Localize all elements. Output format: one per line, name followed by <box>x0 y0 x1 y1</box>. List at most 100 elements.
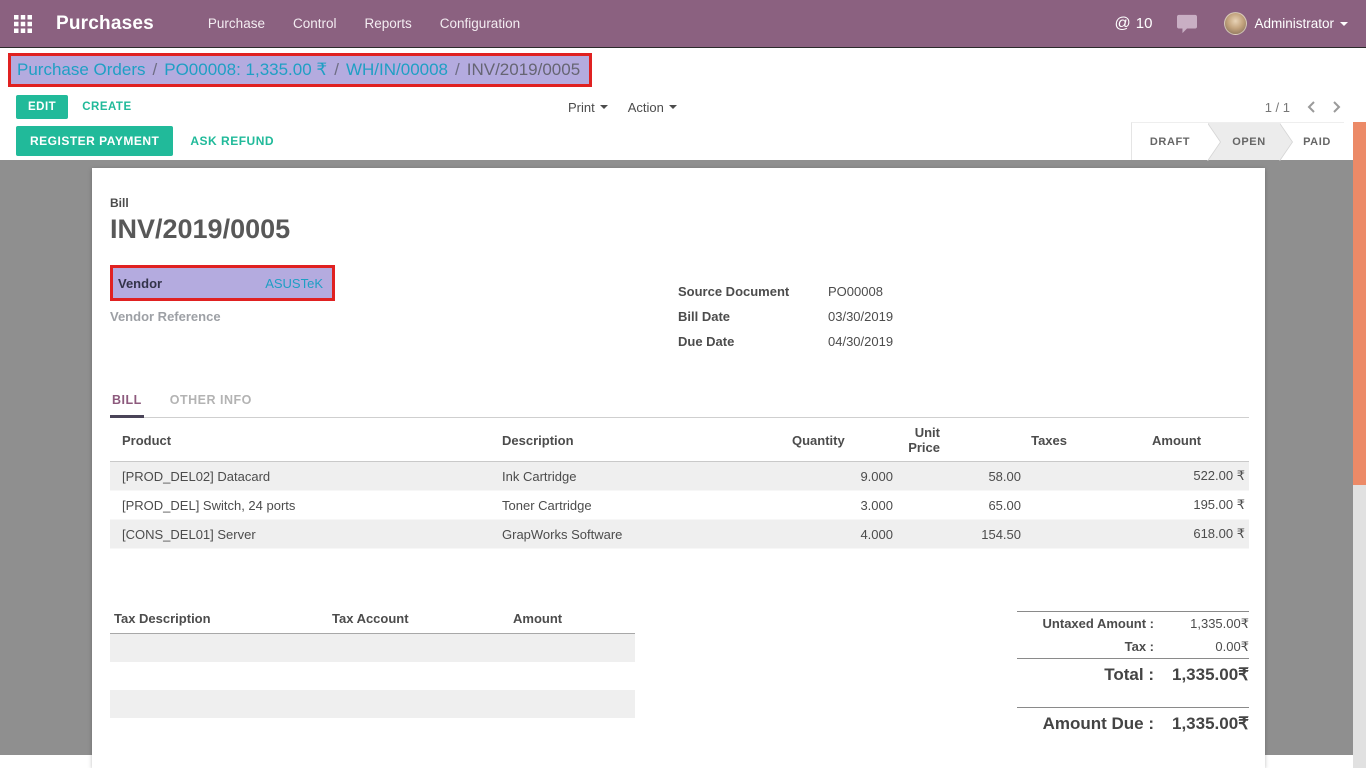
chevron-down-icon <box>1340 22 1348 26</box>
info-row-due-date: Due Date 04/30/2019 <box>678 334 893 349</box>
user-avatar <box>1224 12 1247 35</box>
info-row-bill-date: Bill Date 03/30/2019 <box>678 309 893 324</box>
cell-unit-price: 65.00 <box>897 491 1025 520</box>
vendor-field[interactable]: Vendor ASUSTeK <box>110 265 335 301</box>
tab-bill[interactable]: BILL <box>110 385 144 418</box>
tax-empty-row <box>110 690 635 718</box>
untaxed-amount-row: Untaxed Amount : 1,335.00₹ <box>1017 612 1249 635</box>
status-draft[interactable]: DRAFT <box>1132 123 1208 160</box>
info-row-source-document: Source Document PO00008 <box>678 284 893 299</box>
scrollbar-thumb[interactable] <box>1353 122 1366 485</box>
ask-refund-button[interactable]: ASK REFUND <box>190 134 274 148</box>
pager-next-icon[interactable] <box>1332 100 1342 114</box>
invoice-sheet: Bill INV/2019/0005 Vendor ASUSTeK Vendor… <box>92 168 1265 768</box>
mention-count: 10 <box>1136 15 1153 32</box>
register-payment-button[interactable]: REGISTER PAYMENT <box>16 126 173 156</box>
invoice-lines-table: Product Description Quantity Unit Price … <box>110 418 1249 549</box>
breadcrumb-po00008[interactable]: PO00008: 1,335.00 ₹ <box>164 60 327 80</box>
cell-amount: 618.00 ₹ <box>1152 520 1249 549</box>
untaxed-amount-label: Untaxed Amount : <box>1017 616 1154 631</box>
apps-grid-icon[interactable] <box>13 13 35 35</box>
cell-quantity: 4.000 <box>792 520 897 549</box>
due-date-label: Due Date <box>678 334 828 349</box>
cell-quantity: 3.000 <box>792 491 897 520</box>
total-row: Total : 1,335.00₹ <box>1017 659 1249 690</box>
source-document-value: PO00008 <box>828 284 883 299</box>
user-name: Administrator <box>1254 16 1334 31</box>
table-row[interactable]: [PROD_DEL] Switch, 24 ports Toner Cartri… <box>110 491 1249 520</box>
col-tax-description: Tax Description <box>110 611 332 626</box>
cell-product: [PROD_DEL] Switch, 24 ports <box>110 491 502 520</box>
tab-other-info[interactable]: OTHER INFO <box>168 385 254 418</box>
document-type-label: Bill <box>110 196 1249 210</box>
edit-button[interactable]: EDIT <box>16 95 68 119</box>
print-label: Print <box>568 100 595 115</box>
total-label: Total : <box>1017 665 1154 685</box>
menu-control[interactable]: Control <box>279 0 351 48</box>
scrollbar-track[interactable] <box>1353 122 1366 768</box>
chevron-down-icon <box>600 105 608 109</box>
status-paid-label: PAID <box>1303 136 1331 148</box>
amount-due-value: 1,335.00₹ <box>1154 714 1249 734</box>
chat-bubble-icon[interactable] <box>1176 14 1198 34</box>
cell-unit-price: 58.00 <box>897 462 1025 491</box>
menu-purchase[interactable]: Purchase <box>194 0 279 48</box>
cell-description: Toner Cartridge <box>502 491 792 520</box>
tax-value: 0.00₹ <box>1154 639 1249 655</box>
breadcrumb: Purchase Orders / PO00008: 1,335.00 ₹ / … <box>8 53 592 87</box>
cell-taxes <box>1025 491 1152 520</box>
col-tax-account: Tax Account <box>332 611 513 626</box>
print-dropdown[interactable]: Print <box>568 100 608 115</box>
cell-description: Ink Cartridge <box>502 462 792 491</box>
col-amount: Amount <box>1152 418 1249 462</box>
breadcrumb-separator: / <box>146 60 165 80</box>
col-taxes: Taxes <box>1025 418 1152 462</box>
source-document-label: Source Document <box>678 284 828 299</box>
table-row[interactable]: [PROD_DEL02] Datacard Ink Cartridge 9.00… <box>110 462 1249 491</box>
breadcrumb-separator: / <box>327 60 346 80</box>
status-pipeline: DRAFT OPEN PAID <box>1131 122 1344 160</box>
create-button[interactable]: CREATE <box>82 101 131 113</box>
total-value: 1,335.00₹ <box>1154 665 1249 685</box>
menu-configuration[interactable]: Configuration <box>426 0 534 48</box>
table-row[interactable]: [CONS_DEL01] Server GrapWorks Software 4… <box>110 520 1249 549</box>
document-number: INV/2019/0005 <box>110 214 1249 245</box>
pager-previous-icon[interactable] <box>1306 100 1316 114</box>
chevron-down-icon <box>669 105 677 109</box>
tax-empty-row <box>110 634 635 662</box>
status-draft-label: DRAFT <box>1150 136 1190 148</box>
control-panel: EDIT CREATE Print Action 1 / 1 <box>0 92 1366 122</box>
col-description: Description <box>502 418 792 462</box>
cell-product: [CONS_DEL01] Server <box>110 520 502 549</box>
action-dropdown[interactable]: Action <box>628 100 677 115</box>
status-open-label: OPEN <box>1232 136 1266 148</box>
app-title: Purchases <box>56 13 154 35</box>
menu-reports[interactable]: Reports <box>351 0 426 48</box>
vendor-label: Vendor <box>118 276 162 291</box>
notebook-tabs: BILL OTHER INFO <box>110 385 1249 418</box>
breadcrumb-current: INV/2019/0005 <box>467 60 580 80</box>
cell-amount: 195.00 ₹ <box>1152 491 1249 520</box>
totals-panel: Untaxed Amount : 1,335.00₹ Tax : 0.00₹ T… <box>1017 611 1249 739</box>
due-date-value: 04/30/2019 <box>828 334 893 349</box>
vendor-link[interactable]: ASUSTeK <box>265 276 323 291</box>
cell-unit-price: 154.50 <box>897 520 1025 549</box>
top-menu: Purchase Control Reports Configuration <box>194 0 534 48</box>
mentions-counter[interactable]: 10 <box>1115 15 1153 33</box>
breadcrumb-purchase-orders[interactable]: Purchase Orders <box>17 60 146 80</box>
breadcrumb-wh-in[interactable]: WH/IN/00008 <box>346 60 448 80</box>
tax-label: Tax : <box>1017 639 1154 654</box>
tax-table: Tax Description Tax Account Amount <box>110 611 635 739</box>
cell-amount: 522.00 ₹ <box>1152 462 1249 491</box>
lines-header-row: Product Description Quantity Unit Price … <box>110 418 1249 462</box>
cell-taxes <box>1025 520 1152 549</box>
document-info-group: Source Document PO00008 Bill Date 03/30/… <box>678 284 893 359</box>
col-tax-amount: Amount <box>513 611 635 626</box>
user-menu[interactable]: Administrator <box>1224 12 1348 35</box>
action-label: Action <box>628 100 664 115</box>
statusbar-row: REGISTER PAYMENT ASK REFUND DRAFT OPEN P… <box>0 122 1366 160</box>
amount-due-row: Amount Due : 1,335.00₹ <box>1017 708 1249 739</box>
amount-due-label: Amount Due : <box>1017 714 1154 734</box>
col-quantity: Quantity <box>792 418 897 462</box>
pager: 1 / 1 <box>1265 100 1342 115</box>
